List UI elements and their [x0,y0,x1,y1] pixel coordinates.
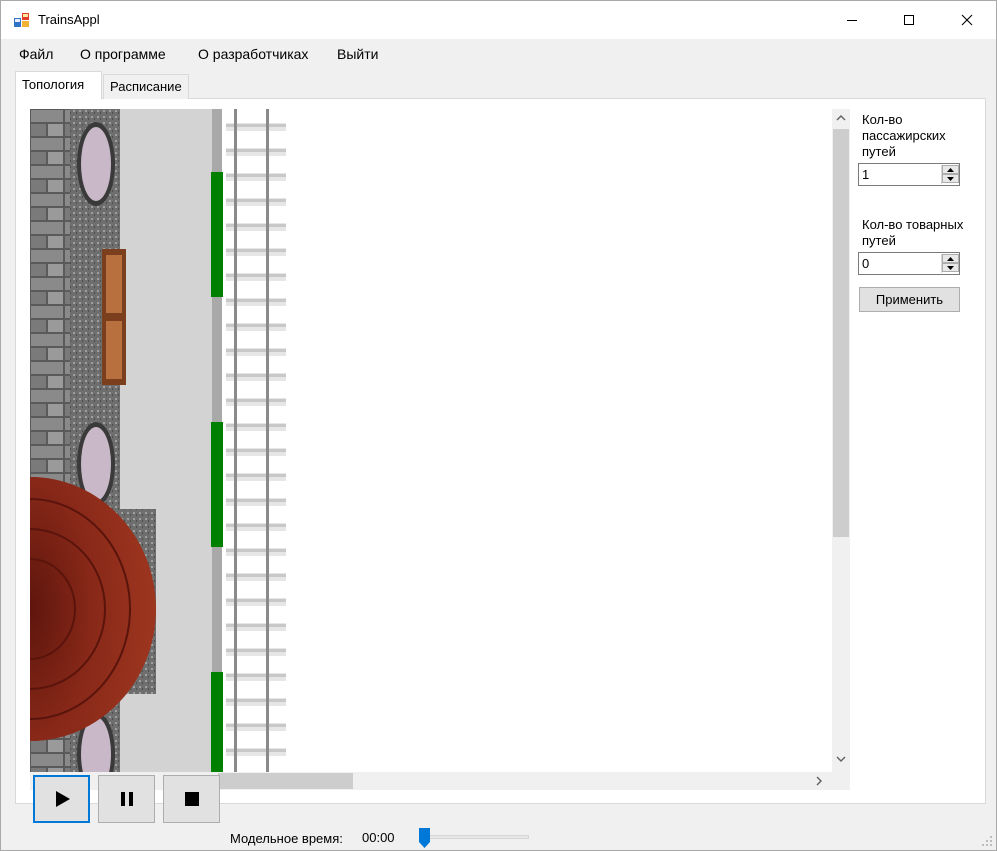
title-bar[interactable]: TrainsAppl [1,1,996,39]
minimize-icon [847,20,857,21]
menu-about[interactable]: О программе [80,46,166,62]
topology-canvas[interactable] [30,109,832,772]
apply-button[interactable]: Применить [859,287,960,312]
spin-up-button[interactable] [942,254,959,263]
time-slider-track[interactable] [421,835,529,839]
vertical-scrollbar[interactable] [832,109,850,772]
arrow-down-icon [947,265,954,270]
scroll-down-icon[interactable] [836,755,846,763]
menu-developers[interactable]: О разработчиках [198,46,308,62]
app-icon [14,13,29,27]
resize-grip-icon[interactable] [981,835,993,847]
stop-icon [184,792,199,806]
tab-topology[interactable]: Топология [15,71,102,99]
model-time-label: Модельное время: [230,831,343,846]
play-button[interactable] [33,775,90,823]
scroll-up-icon[interactable] [836,114,846,122]
menu-bar: Файл О программе О разработчиках Выйти [1,39,996,69]
maximize-icon [904,15,914,25]
signal-green [211,422,223,547]
signal-green [211,172,223,297]
signal-green [211,672,223,772]
freight-tracks-label: Кол-во товарных путей [862,217,964,248]
passenger-tracks-stepper[interactable] [941,165,959,184]
horizontal-scroll-thumb[interactable] [218,773,353,789]
close-button[interactable] [938,1,996,39]
scroll-right-icon[interactable] [815,776,823,786]
freight-tracks-value: 0 [862,256,870,271]
spin-down-button[interactable] [942,263,959,272]
stop-button[interactable] [163,775,220,823]
passenger-tracks-input[interactable]: 1 [858,163,960,186]
arrow-up-icon [947,256,954,261]
minimize-button[interactable] [823,1,881,39]
freight-tracks-stepper[interactable] [941,254,959,273]
menu-exit[interactable]: Выйти [337,46,378,62]
pause-icon [120,792,133,806]
arrow-up-icon [947,167,954,172]
play-icon [55,791,70,807]
maximize-button[interactable] [880,1,938,39]
spin-down-button[interactable] [942,174,959,183]
pause-button[interactable] [98,775,155,823]
time-slider-thumb[interactable] [418,827,431,849]
arrow-down-icon [947,176,954,181]
freight-tracks-input[interactable]: 0 [858,252,960,275]
close-icon [961,14,973,26]
menu-file[interactable]: Файл [19,46,53,62]
app-window: TrainsAppl Файл О программе О разработчи… [0,0,997,851]
passenger-tracks-value: 1 [862,167,870,182]
passenger-tracks-label: Кол-во пассажирских путей [862,112,946,159]
window-title: TrainsAppl [38,12,100,27]
model-time-value: 00:00 [362,830,395,845]
vertical-scroll-thumb[interactable] [833,129,849,537]
tab-schedule[interactable]: Расписание [103,74,189,99]
station-illustration [30,109,286,772]
spin-up-button[interactable] [942,165,959,174]
